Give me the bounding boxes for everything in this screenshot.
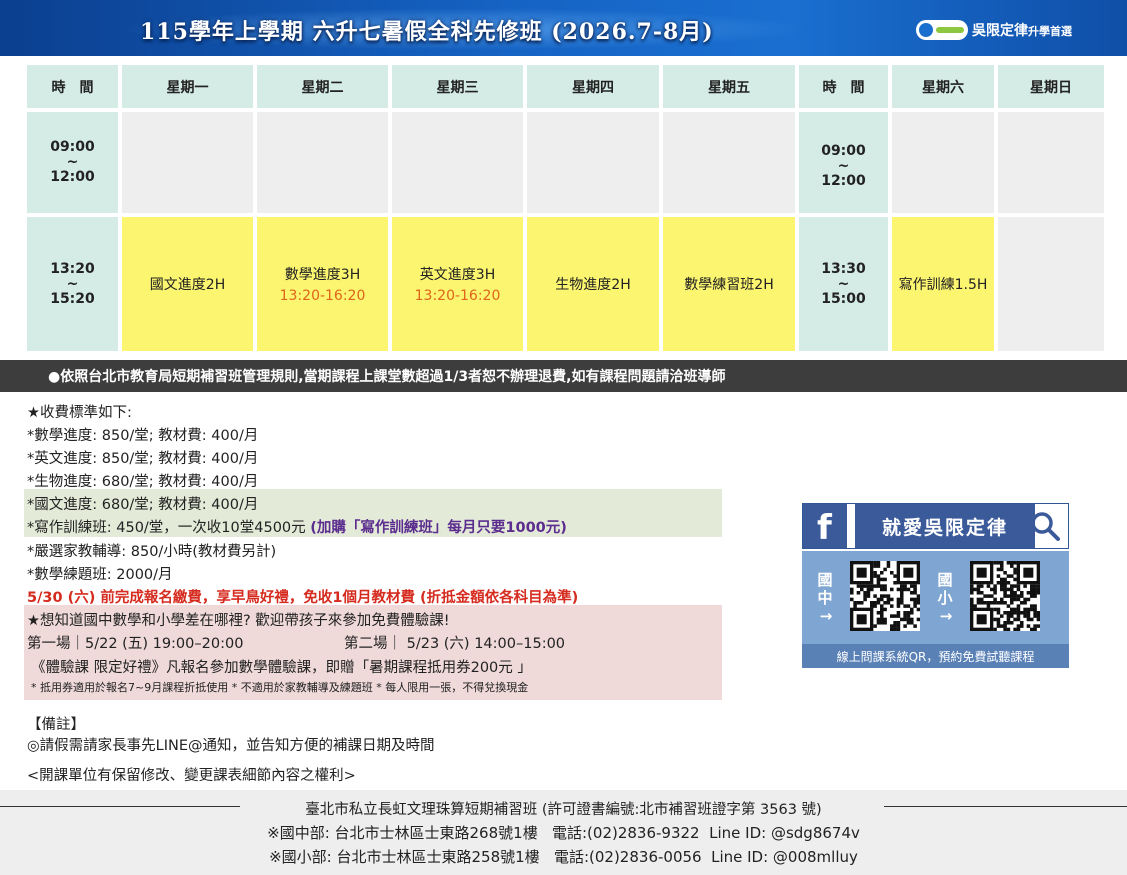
header-thursday: 星期四 (527, 65, 659, 108)
brand-tag: 升學首選 (1028, 25, 1072, 38)
trial-session-1: 第一場｜5/22 (五) 19:00–20:00 (27, 636, 244, 652)
slot-thursday-am (527, 112, 659, 213)
slot-friday-am (663, 112, 795, 213)
time-weekend-morning: 09:00 ~ 12:00 (799, 112, 888, 213)
fee-tutor: *嚴選家教輔導: 850/小時(教材費另計) (27, 544, 277, 560)
time-afternoon: 13:20 ~ 15:20 (27, 217, 118, 351)
junior-qr-code-icon[interactable] (850, 561, 920, 631)
slot-tuesday-am (257, 112, 388, 213)
schedule-table: 時 間 星期一 星期二 星期三 星期四 星期五 時 間 星期六 星期日 09:0… (27, 65, 1104, 353)
class-writing: 寫作訓練1.5H (892, 217, 994, 351)
remarks-line: ◎請假需請家長事先LINE@通知，並告知方便的補課日期及時間 (27, 738, 435, 754)
header-saturday: 星期六 (892, 65, 994, 108)
fee-english: *英文進度: 850/堂; 教材費: 400/月 (27, 451, 259, 467)
early-bird-offer: 5/30 (六) 前完成報名繳費，享早鳥好禮，免收1個月教材費 (折抵金額依各科… (27, 590, 579, 606)
elementary-label: 國小 → (937, 571, 953, 625)
slot-saturday-am (892, 112, 994, 213)
elementary-qr-code-icon[interactable] (970, 561, 1040, 631)
fee-writing: *寫作訓練班: 450/堂，一次收10堂4500元 (加購「寫作訓練班」每月只要… (27, 520, 567, 536)
header-monday: 星期一 (122, 65, 253, 108)
header-wednesday: 星期三 (392, 65, 523, 108)
brand: 吳限定律升學首選 (916, 18, 1072, 42)
facebook-search-bar[interactable]: f 就愛吳限定律 (802, 503, 1069, 549)
header-time: 時 間 (27, 65, 118, 108)
trial-title: ★想知道國中數學和小學差在哪裡? 歡迎帶孩子來參加免費體驗課! (27, 613, 450, 629)
qr-caption: 線上問課系統QR，預約免費試聽課程 (802, 644, 1069, 668)
time-weekend-afternoon: 13:30 ~ 15:00 (799, 217, 888, 351)
writing-promo: (加購「寫作訓練班」每月只要1000元) (310, 520, 567, 536)
page-title: 115學年上學期 六升七暑假全科先修班 (2026.7-8月) (140, 19, 714, 45)
facebook-promo: f 就愛吳限定律 國中 → 國小 → 線上問課系統QR，預約免費試聽課程 (802, 503, 1069, 668)
brand-name: 吳限定律 (972, 23, 1028, 39)
fee-math: *數學進度: 850/堂; 教材費: 400/月 (27, 428, 259, 444)
header-sunday: 星期日 (998, 65, 1104, 108)
trial-session-2: 第二場｜ 5/23 (六) 14:00–15:00 (344, 636, 566, 652)
trial-offer: 《體驗課 限定好禮》凡報名參加數學體驗課，即贈「暑期課程抵用券200元 」 (31, 660, 532, 676)
header-tuesday: 星期二 (257, 65, 388, 108)
facebook-icon: f (803, 504, 847, 548)
class-biology: 生物進度2H (527, 217, 659, 351)
trial-fineprint: * 抵用券適用於報名7~9月課程折抵使用 * 不適用於家教輔導及練題班 * 每人… (31, 681, 529, 694)
class-math: 數學進度3H 13:20-16:20 (257, 217, 388, 351)
fee-biology: *生物進度: 680/堂; 教材費: 400/月 (27, 474, 259, 490)
junior-label: 國中 → (817, 571, 833, 625)
header-banner: 115學年上學期 六升七暑假全科先修班 (2026.7-8月) 吳限定律升學首選 (0, 0, 1127, 56)
slot-wednesday-am (392, 112, 523, 213)
slot-monday-am (122, 112, 253, 213)
fee-practice: *數學練題班: 2000/月 (27, 567, 173, 583)
slot-sunday-am (998, 112, 1104, 213)
footer-title: 臺北市私立長虹文理珠算短期補習班 (許可證書編號:北市補習班證字第 3563 號… (305, 802, 822, 818)
remarks-title: 【備註】 (27, 717, 85, 733)
footer-junior-branch: ※國中部: 台北市士林區士東路268號1樓 電話:(02)2836-9322 L… (267, 824, 860, 842)
class-chinese: 國文進度2H (122, 217, 253, 351)
time-morning: 09:00 ~ 12:00 (27, 112, 118, 213)
slot-sunday-pm (998, 217, 1104, 351)
class-english: 英文進度3H 13:20-16:20 (392, 217, 523, 351)
brand-logo-icon (916, 20, 968, 40)
search-icon (1031, 512, 1060, 541)
class-math-practice: 數學練習班2H (663, 217, 795, 351)
header-friday: 星期五 (663, 65, 795, 108)
header-time-weekend: 時 間 (799, 65, 888, 108)
rights-reserved: <開課單位有保留修改、變更課表細節內容之權利> (27, 768, 356, 784)
footer-elementary-branch: ※國小部: 台北市士林區士東路258號1樓 電話:(02)2836-0056 L… (269, 848, 858, 866)
fees-title: ★收費標準如下: (27, 405, 132, 421)
refund-notice: ●依照台北市教育局短期補習班管理規則,當期課程上課堂數超過1/3者恕不辦理退費,… (0, 360, 1127, 392)
fee-chinese: *國文進度: 680/堂; 教材費: 400/月 (27, 497, 259, 513)
facebook-page-name: 就愛吳限定律 (855, 504, 1035, 548)
